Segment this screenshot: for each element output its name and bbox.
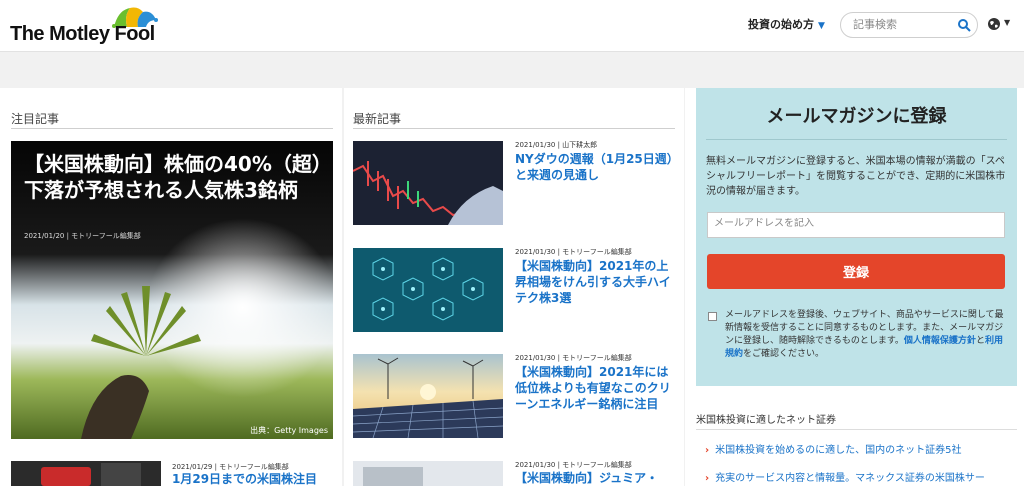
featured-title[interactable]: 【米国株動向】株価の40%（超）下落が予想される人気株3銘柄 bbox=[24, 151, 324, 203]
logo-text: The Motley Fool bbox=[10, 23, 155, 45]
agree-text: メールアドレスを登録後、ウェブサイト、商品やサービスに関して最新情報を受信するこ… bbox=[725, 309, 1007, 361]
securities-link-label: 充実のサービス内容と情報量。マネックス証券の米国株サー bbox=[715, 473, 985, 484]
privacy-policy-link[interactable]: 個人情報保護方針 bbox=[904, 336, 976, 346]
subscribe-button[interactable]: 登録 bbox=[707, 254, 1005, 289]
article-meta: 2021/01/30 | モトリーフール編集部 bbox=[515, 354, 632, 362]
site-header: The Motley Fool 投資の始め方 ▼ ▼ bbox=[0, 0, 1024, 52]
article-meta: 2021/01/30 | モトリーフール編集部 bbox=[515, 461, 632, 469]
globe-icon[interactable] bbox=[987, 17, 1001, 31]
featured-article[interactable]: 【米国株動向】株価の40%（超）下落が予想される人気株3銘柄 2021/01/2… bbox=[11, 141, 333, 439]
article-title[interactable]: NYダウの週報（1月25日週）と来週の見通し bbox=[515, 151, 677, 183]
article-title[interactable]: 【米国株動向】2021年には低位株よりも有望なこのクリーンエネルギー銘柄に注目 bbox=[515, 364, 677, 413]
search-box bbox=[840, 12, 978, 38]
securities-link[interactable]: › 米国株投資を始めるのに適した、国内のネット証券5社 bbox=[705, 441, 962, 456]
securities-section-title: 米国株投資に適したネット証券 bbox=[696, 415, 836, 426]
site-logo[interactable]: The Motley Fool bbox=[10, 6, 170, 48]
newsletter-signup: メールマガジンに登録 無料メールマガジンに登録すると、米国本場の情報が満載の「ス… bbox=[696, 88, 1017, 386]
search-input[interactable] bbox=[853, 18, 953, 31]
article-thumbnail[interactable] bbox=[353, 354, 503, 438]
securities-link[interactable]: › 充実のサービス内容と情報量。マネックス証券の米国株サー bbox=[705, 469, 985, 484]
email-field[interactable] bbox=[714, 218, 994, 229]
phone-image bbox=[11, 461, 161, 486]
article-thumbnail[interactable] bbox=[353, 248, 503, 332]
divider bbox=[353, 128, 675, 129]
divider bbox=[696, 429, 1017, 430]
chevron-down-icon: ▼ bbox=[818, 21, 825, 31]
divider bbox=[706, 139, 1007, 140]
nav-invest-label: 投資の始め方 bbox=[748, 18, 814, 31]
newsletter-title: メールマガジンに登録 bbox=[766, 106, 947, 127]
chevron-right-icon: › bbox=[705, 473, 710, 484]
search-icon[interactable] bbox=[957, 18, 971, 32]
article-meta: 2021/01/30 | モトリーフール編集部 bbox=[515, 248, 632, 256]
agree-text-suffix: をご確認ください。 bbox=[743, 349, 825, 360]
securities-link-label: 米国株投資を始めるのに適した、国内のネット証券5社 bbox=[715, 445, 962, 456]
agree-text-and: と bbox=[975, 336, 985, 347]
chevron-down-icon[interactable]: ▼ bbox=[1004, 18, 1010, 27]
divider bbox=[11, 128, 333, 129]
article-thumbnail[interactable] bbox=[11, 461, 161, 486]
article-title[interactable]: 【米国株動向】ジュミア・ bbox=[515, 470, 677, 486]
solar-wind-image bbox=[353, 354, 503, 438]
laptop-image bbox=[353, 461, 503, 486]
chevron-right-icon: › bbox=[705, 445, 710, 456]
latest-section-title: 最新記事 bbox=[353, 112, 402, 126]
agree-checkbox[interactable] bbox=[708, 312, 717, 321]
stock-chart-image bbox=[353, 141, 503, 225]
featured-section-title: 注目記事 bbox=[11, 112, 60, 126]
tech-network-image bbox=[353, 248, 503, 332]
article-title[interactable]: 【米国株動向】2021年の上昇相場をけん引する大手ハイテク株3選 bbox=[515, 258, 677, 307]
email-field-wrapper bbox=[707, 212, 1005, 238]
newsletter-description: 無料メールマガジンに登録すると、米国本場の情報が満載の「スペシャルフリーレポート… bbox=[706, 156, 1006, 197]
article-title[interactable]: 1月29日までの米国株注目 bbox=[172, 471, 332, 486]
featured-meta: 2021/01/20 | モトリーフール編集部 bbox=[24, 232, 141, 240]
image-credit: 出典：Getty Images bbox=[250, 426, 328, 435]
article-meta: 2021/01/30 | 山下耕太郎 bbox=[515, 141, 598, 149]
nav-invest-menu[interactable]: 投資の始め方 ▼ bbox=[748, 16, 825, 32]
article-thumbnail[interactable] bbox=[353, 461, 503, 486]
article-thumbnail[interactable] bbox=[353, 141, 503, 225]
